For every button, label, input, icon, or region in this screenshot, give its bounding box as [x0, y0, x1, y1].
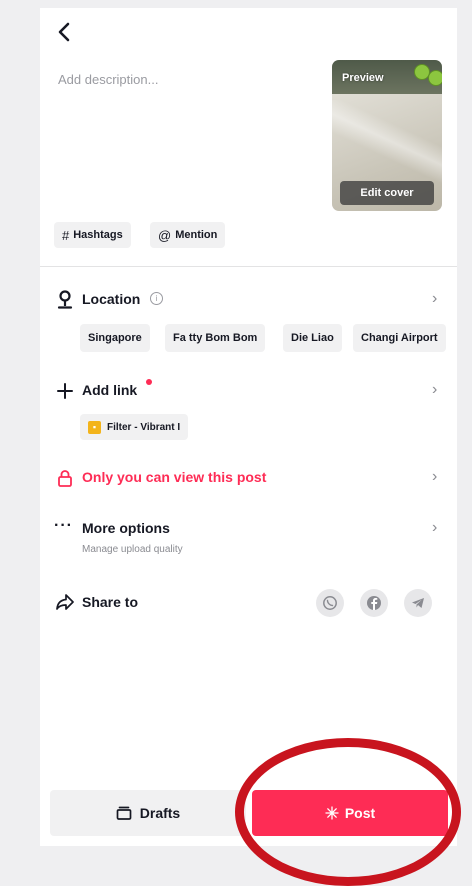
back-arrow-icon [58, 22, 70, 42]
share-row: Share to [54, 588, 449, 618]
hashtags-label: Hashtags [73, 229, 123, 241]
location-row[interactable]: Location i › [54, 288, 449, 312]
location-chevron-icon: › [432, 290, 438, 307]
telegram-icon[interactable] [404, 589, 432, 617]
hashtag-icon: # [62, 227, 70, 243]
mention-icon: @ [158, 227, 172, 243]
location-suggestion[interactable]: Die Liao [283, 324, 342, 352]
add-link-chevron-icon: › [432, 381, 438, 398]
plus-icon [54, 380, 76, 402]
more-options-row[interactable]: ··· More options Manage upload quality › [54, 516, 449, 558]
description-input[interactable]: Add description... [58, 72, 158, 87]
sparkle-icon [325, 806, 339, 820]
privacy-row[interactable]: Only you can view this post › [54, 466, 449, 490]
filter-icon: ▪ [88, 420, 101, 434]
lock-icon [54, 467, 76, 489]
privacy-title: Only you can view this post [82, 469, 267, 485]
facebook-icon[interactable] [360, 589, 388, 617]
drafts-label: Drafts [139, 805, 181, 821]
filter-label: Filter - Vibrant I [107, 421, 181, 433]
share-title: Share to [82, 594, 139, 610]
hashtags-button[interactable]: # Hashtags [54, 222, 131, 248]
cover-image-glare [332, 100, 442, 190]
mention-label: Mention [175, 229, 218, 241]
cover-leaf-decoration [428, 70, 442, 86]
location-pin-icon [54, 289, 76, 311]
post-label: Post [344, 805, 376, 821]
whatsapp-icon[interactable] [316, 589, 344, 617]
post-button[interactable]: Post [252, 790, 448, 836]
share-arrow-icon [54, 591, 76, 613]
add-link-title: Add link [82, 382, 138, 398]
info-icon[interactable]: i [150, 292, 163, 305]
add-link-row[interactable]: Add link › [54, 379, 449, 403]
bottom-action-bar: Drafts Post [50, 790, 448, 836]
location-title: Location [82, 291, 141, 307]
notification-dot [146, 379, 152, 385]
more-options-title: More options [82, 520, 170, 536]
edit-cover-button[interactable]: Edit cover [340, 181, 434, 205]
filter-link-chip[interactable]: ▪ Filter - Vibrant I [80, 414, 189, 440]
mention-button[interactable]: @ Mention [150, 222, 226, 248]
cover-preview-label: Preview [342, 72, 384, 84]
location-suggestion[interactable]: Fa tty Bom Bom [165, 324, 266, 352]
more-options-chevron-icon: › [432, 519, 438, 536]
post-screen: Add description... Preview Edit cover # … [40, 8, 457, 846]
location-suggestion[interactable]: Singapore [80, 324, 150, 352]
back-button[interactable] [50, 18, 78, 46]
cover-thumbnail[interactable]: Preview Edit cover [332, 60, 442, 211]
more-dots-icon: ··· [54, 517, 73, 534]
drafts-icon [116, 806, 132, 820]
more-options-subtitle: Manage upload quality [82, 544, 183, 555]
section-divider [40, 266, 457, 267]
privacy-chevron-icon: › [432, 468, 438, 485]
drafts-button[interactable]: Drafts [50, 790, 246, 836]
location-suggestion[interactable]: Changi Airport [353, 324, 446, 352]
